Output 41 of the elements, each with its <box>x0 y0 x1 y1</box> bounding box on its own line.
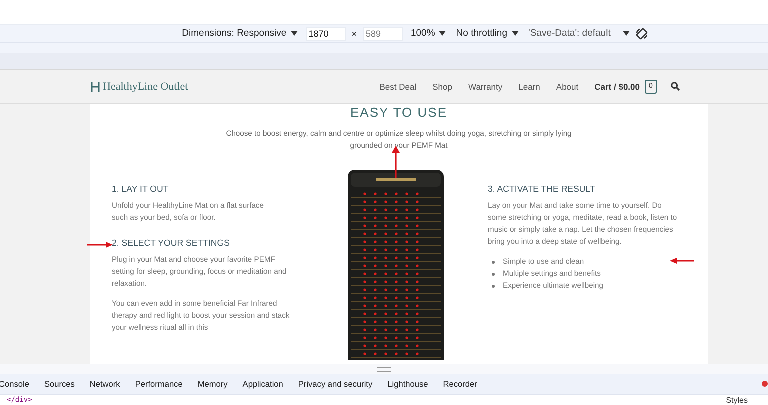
caret-icon <box>439 31 446 36</box>
nav-link[interactable]: Shop <box>432 82 452 92</box>
step-title: 3. ACTIVATE THE RESULT <box>488 184 596 194</box>
devtools-tab[interactable]: Memory <box>198 379 228 389</box>
cart-link[interactable]: Cart / $0.00 <box>594 82 640 92</box>
zoom-dropdown[interactable]: 100% <box>408 28 448 39</box>
dimensions-dropdown[interactable]: Dimensions: Responsive <box>180 28 300 39</box>
devtools-tab[interactable]: Sources <box>44 379 75 389</box>
height-field[interactable]: 589 <box>362 26 403 40</box>
throttling-dropdown[interactable]: No throttling <box>454 28 521 39</box>
width-field[interactable]: 1870 <box>306 26 346 40</box>
devtools-tab[interactable]: Network <box>90 379 120 389</box>
error-icon <box>762 381 768 387</box>
bullet-icon <box>492 272 495 276</box>
bullet-icon <box>492 284 495 288</box>
devtools-tab[interactable]: Privacy and security <box>298 379 373 389</box>
step-title: 2. SELECT YOUR SETTINGS <box>112 238 231 248</box>
nav-link[interactable]: Learn <box>518 82 540 92</box>
devtools-tab[interactable]: Performance <box>135 379 183 389</box>
styles-tab[interactable]: Styles <box>726 396 748 404</box>
save-data-dropdown[interactable]: 'Save-Data': default <box>526 28 613 39</box>
devtools-tab[interactable]: Lighthouse <box>388 379 428 389</box>
rotate-icon[interactable] <box>636 28 648 40</box>
caret-icon <box>512 31 519 36</box>
times-sign: × <box>352 28 357 38</box>
nav-link[interactable]: Warranty <box>468 82 503 92</box>
search-icon[interactable] <box>671 82 680 91</box>
resize-handle[interactable] <box>377 366 391 372</box>
section-heading: EASY TO USE <box>350 104 448 121</box>
caret-icon <box>622 31 630 36</box>
devtools-tab[interactable]: Application <box>242 379 284 389</box>
logo-icon <box>90 82 101 92</box>
annotation-arrow <box>87 242 113 248</box>
site-logo[interactable]: HealthyLine Outlet <box>103 80 188 92</box>
devtools-tab[interactable]: Recorder <box>443 379 478 389</box>
step-title: 1. LAY IT OUT <box>112 184 170 194</box>
annotation-arrow <box>670 258 694 264</box>
bullet-icon <box>492 260 495 264</box>
nav-link[interactable]: Best Deal <box>380 82 417 92</box>
caret-icon <box>290 31 298 36</box>
nav-link[interactable]: About <box>556 82 579 92</box>
